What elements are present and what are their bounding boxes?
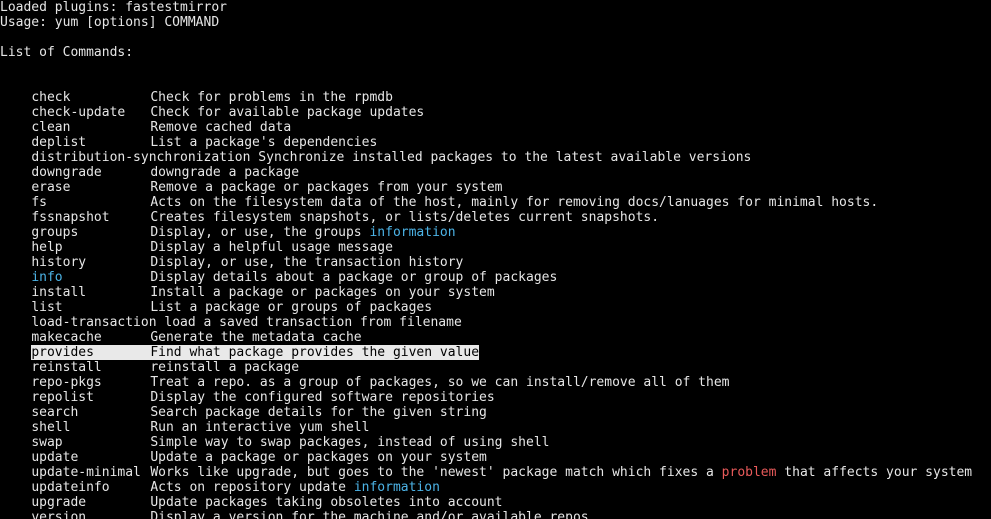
command-name: version <box>31 510 87 519</box>
command-row: repo-pkgs Treat a repo. as a group of pac… <box>0 360 991 390</box>
command-row-selected[interactable]: provides Find what package provides the g… <box>0 330 991 360</box>
command-row: reinstall reinstall a package <box>0 345 991 375</box>
command-row: shell Run an interactive yum shell <box>0 405 991 435</box>
command-row: load-transaction load a saved transactio… <box>0 300 991 330</box>
command-row: groups Display, or use, the groups inform… <box>0 210 991 240</box>
command-row: check Check for problems in the rpmdb <box>0 75 991 105</box>
command-row: deplist List a package's dependencies <box>0 120 991 150</box>
command-row: check-update Check for available package … <box>0 90 991 120</box>
command-row: makecache Generate the metadata cache <box>0 315 991 345</box>
header-plugins-line: Loaded plugins: fastestmirror <box>0 0 227 15</box>
terminal-window[interactable]: Loaded plugins: fastestmirror Usage: yum… <box>0 0 991 519</box>
command-row: repolist Display the configured software … <box>0 375 991 405</box>
command-row: info Display details about a package or g… <box>0 255 991 285</box>
command-row: history Display, or use, the transaction … <box>0 240 991 270</box>
list-title: List of Commands: <box>0 45 134 60</box>
command-row: downgrade downgrade a package <box>0 150 991 180</box>
command-description: Display a version for the machine and/or… <box>150 510 597 519</box>
command-row: version Display a version for the machine… <box>0 495 991 519</box>
command-row: update-minimal Works like upgrade, but go… <box>0 450 991 480</box>
command-row: upgrade Update packages taking obsoletes … <box>0 480 991 510</box>
header-usage-line: Usage: yum [options] COMMAND <box>0 15 220 30</box>
command-row: fs Acts on the filesystem data of the hos… <box>0 180 991 210</box>
command-row: distribution-synchronization Synchronize… <box>0 135 991 165</box>
command-row: clean Remove cached data <box>0 105 991 135</box>
command-row: search Search package details for the giv… <box>0 390 991 420</box>
command-row: help Display a helpful usage message <box>0 225 991 255</box>
command-row: erase Remove a package or packages from y… <box>0 165 991 195</box>
command-row: fssnapshot Creates filesystem snapshots, … <box>0 195 991 225</box>
command-row: updateinfo Acts on repository update info… <box>0 465 991 495</box>
command-row: install Install a package or packages on … <box>0 270 991 300</box>
command-row: update Update a package or packages on yo… <box>0 435 991 465</box>
command-row: list List a package or groups of packages <box>0 285 991 315</box>
command-row: swap Simple way to swap packages, instead… <box>0 420 991 450</box>
